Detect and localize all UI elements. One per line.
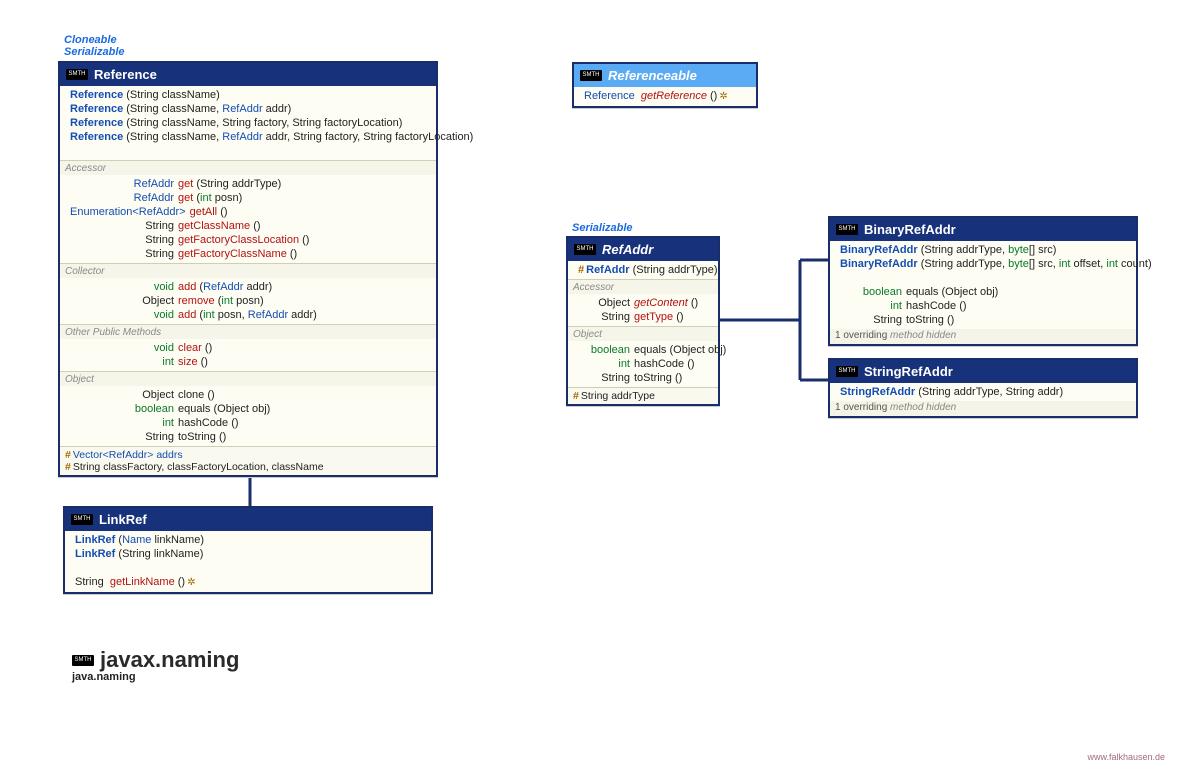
class-header: SMTH RefAddr <box>568 238 718 261</box>
fields: #Vector<RefAddr> addrs #String classFact… <box>60 446 436 475</box>
class-stringrefaddr: SMTH StringRefAddr StringRefAddr (String… <box>828 358 1138 418</box>
footer-link[interactable]: www.falkhausen.de <box>1087 752 1165 762</box>
since-badge: SMTH <box>580 70 602 81</box>
section-object: Object <box>60 371 436 386</box>
impl-tags-refaddr: Serializable <box>572 222 633 234</box>
class-linkref: SMTH LinkRef LinkRef (Name linkName) Lin… <box>63 506 433 594</box>
since-badge: SMTH <box>71 514 93 525</box>
section-collector: Collector <box>60 263 436 278</box>
accessor-methods: ObjectgetContent () StringgetType () <box>568 294 718 326</box>
class-title: Referenceable <box>608 68 697 83</box>
section-accessor: Accessor <box>568 279 718 294</box>
section-object: Object <box>568 326 718 341</box>
class-title: RefAddr <box>602 242 653 257</box>
since-badge: SMTH <box>836 224 858 235</box>
class-title: StringRefAddr <box>864 364 953 379</box>
constructors: BinaryRefAddr (String addrType, byte[] s… <box>830 241 1136 329</box>
constructors: #RefAddr (String addrType) <box>568 261 718 279</box>
hidden-note: 1 overriding method hidden <box>830 329 1136 344</box>
object-methods: booleanequals (Object obj) inthashCode (… <box>568 341 718 387</box>
section-other: Other Public Methods <box>60 324 436 339</box>
accessor-methods: RefAddrget (String addrType) RefAddrget … <box>60 175 436 263</box>
class-title: LinkRef <box>99 512 147 527</box>
object-methods: Objectclone () booleanequals (Object obj… <box>60 386 436 446</box>
class-header: SMTH Referenceable <box>574 64 756 87</box>
since-badge: SMTH <box>72 655 94 666</box>
since-badge: SMTH <box>836 366 858 377</box>
constructors: StringRefAddr (String addrType, String a… <box>830 383 1136 401</box>
since-badge: SMTH <box>574 244 596 255</box>
section-accessor: Accessor <box>60 160 436 175</box>
class-header: SMTH BinaryRefAddr <box>830 218 1136 241</box>
class-title: Reference <box>94 67 157 82</box>
class-header: SMTH Reference <box>60 63 436 86</box>
constructors: Reference (String className) Reference (… <box>60 86 436 160</box>
class-header: SMTH LinkRef <box>65 508 431 531</box>
constructors: LinkRef (Name linkName) LinkRef (String … <box>65 531 431 592</box>
collector-methods: voidadd (RefAddr addr) Objectremove (int… <box>60 278 436 324</box>
class-title: BinaryRefAddr <box>864 222 956 237</box>
class-reference: SMTH Reference Reference (String classNa… <box>58 61 438 477</box>
methods: Reference getReference ()✲ <box>574 87 756 106</box>
class-binaryrefaddr: SMTH BinaryRefAddr BinaryRefAddr (String… <box>828 216 1138 346</box>
class-header: SMTH StringRefAddr <box>830 360 1136 383</box>
class-refaddr: SMTH RefAddr #RefAddr (String addrType) … <box>566 236 720 406</box>
impl-tags-reference: Cloneable Serializable <box>64 34 125 58</box>
interface-referenceable: SMTH Referenceable Reference getReferenc… <box>572 62 758 108</box>
other-methods: voidclear () intsize () <box>60 339 436 371</box>
package-label: SMTHjavax.naming java.naming <box>72 647 239 683</box>
since-badge: SMTH <box>66 69 88 80</box>
hidden-note: 1 overriding method hidden <box>830 401 1136 416</box>
fields: #String addrType <box>568 387 718 404</box>
